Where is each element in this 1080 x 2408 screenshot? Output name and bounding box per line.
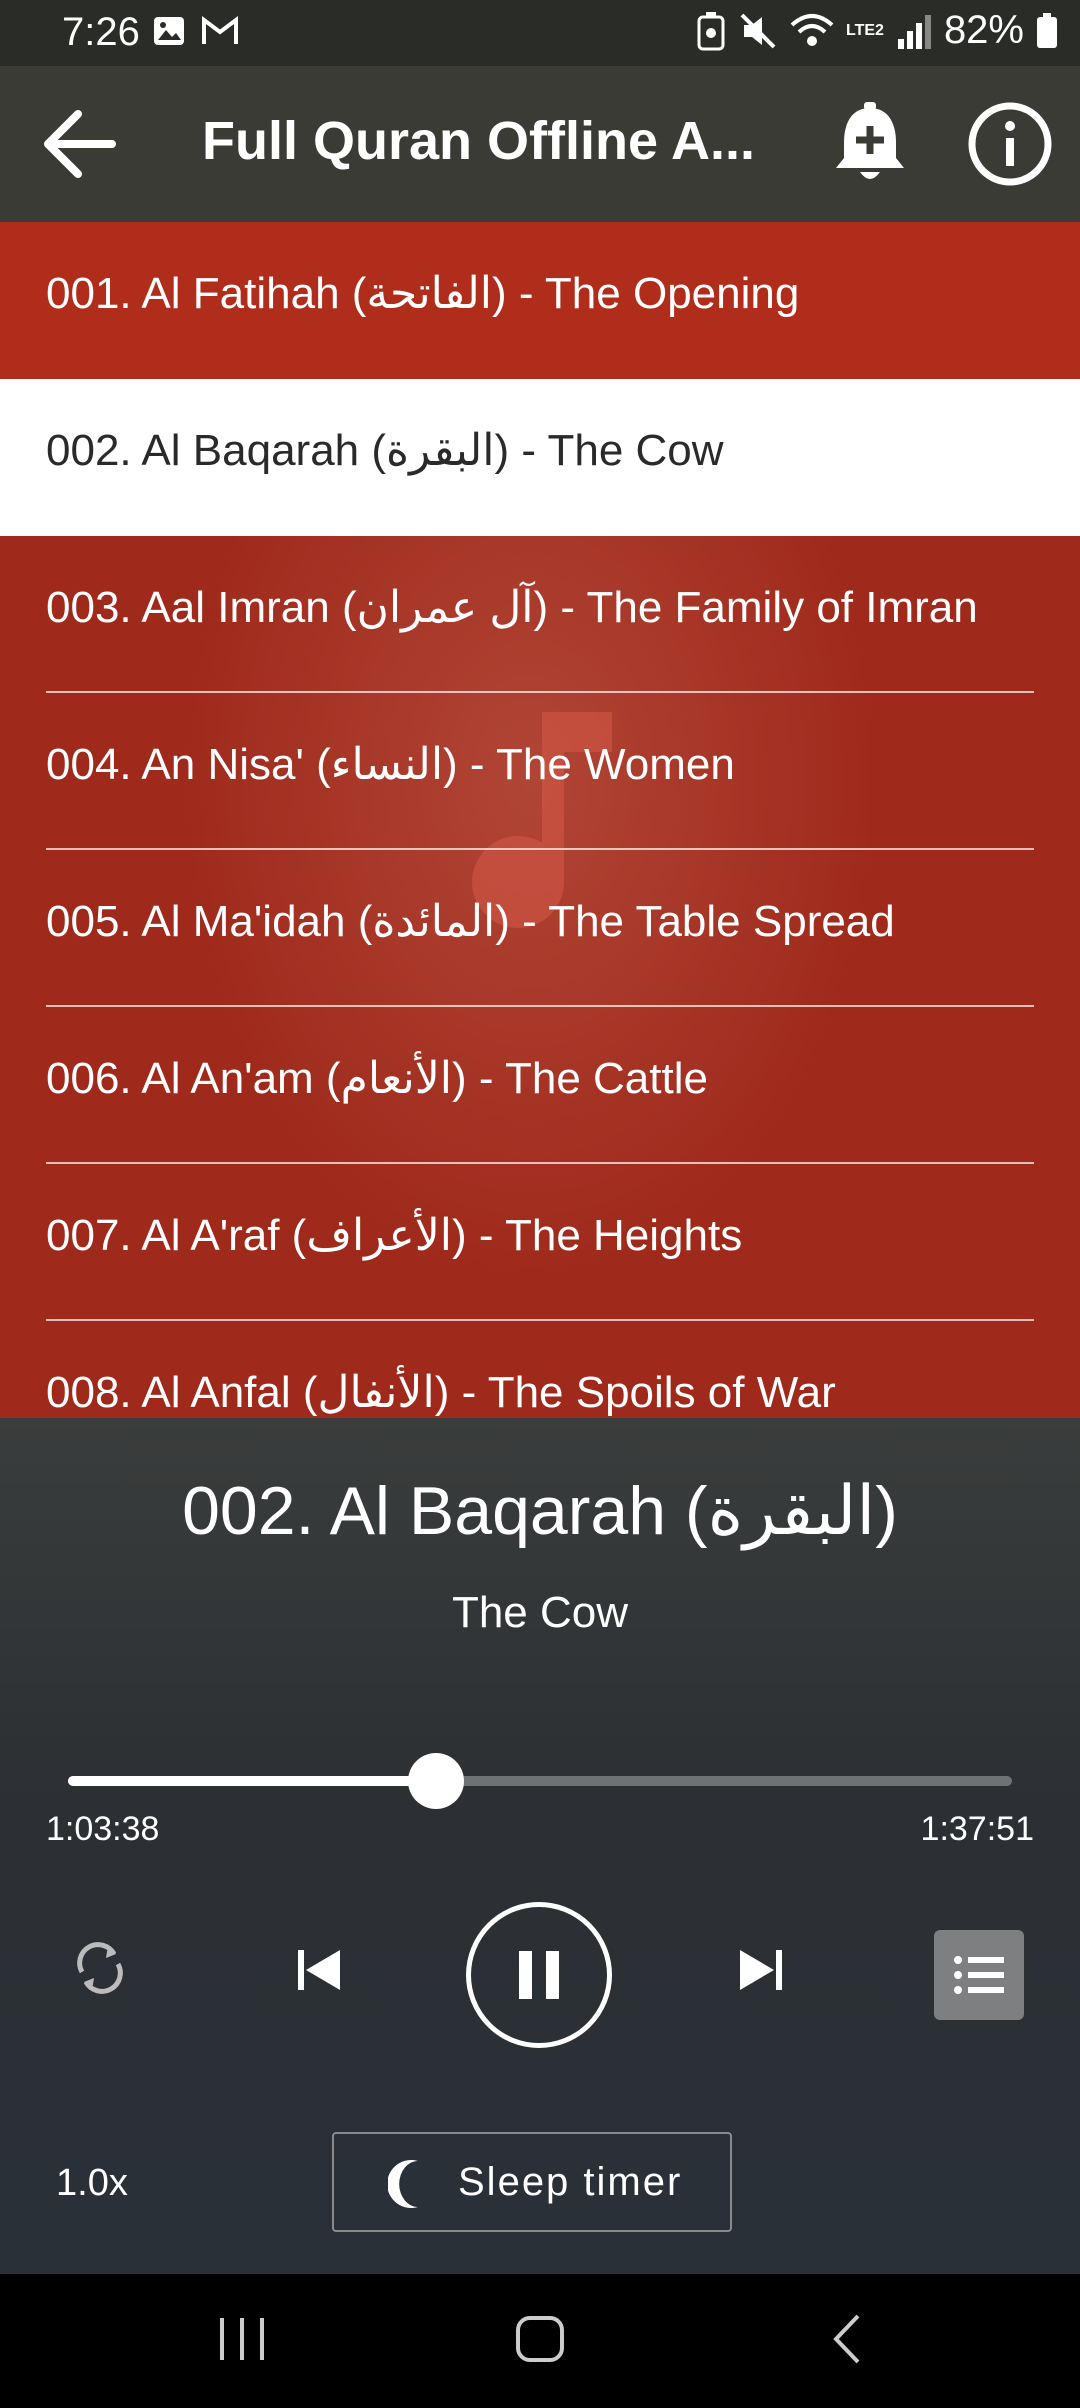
- list-item[interactable]: 006. Al An'am (الأنعام) - The Cattle: [0, 1007, 1080, 1164]
- status-time: 7:26: [62, 10, 140, 54]
- player-panel: 002. Al Baqarah (البقرة) The Cow 1:03:38…: [0, 1418, 1080, 2274]
- seek-bar-progress: [68, 1776, 437, 1786]
- app-bar: Full Quran Offline A...: [0, 66, 1080, 222]
- network-type: LTE2: [846, 21, 884, 39]
- track-label: 006. Al An'am (الأنعام) - The Cattle: [46, 1054, 708, 1103]
- playlist-icon: [954, 1956, 1004, 1994]
- current-time: 1:03:38: [46, 1810, 160, 1848]
- list-item[interactable]: 008. Al Anfal (الأنفال) - The Spoils of …: [0, 1321, 1080, 1418]
- battery-percent: 82%: [943, 8, 1024, 52]
- gallery-icon: [154, 17, 184, 45]
- status-right-icons: LTE2 82%: [696, 8, 1058, 53]
- track-label: 007. Al A'raf (الأعراف) - The Heights: [46, 1211, 743, 1260]
- pause-icon: [519, 1951, 559, 1999]
- info-icon[interactable]: [966, 100, 1054, 188]
- skip-next-icon[interactable]: [730, 1940, 790, 2000]
- status-bar: 7:26 LTE2 82%: [0, 0, 1080, 66]
- playback-speed[interactable]: 1.0x: [56, 2162, 128, 2205]
- list-item[interactable]: 001. Al Fatihah (الفاتحة) - The Opening: [0, 222, 1080, 379]
- page-title: Full Quran Offline A...: [202, 111, 755, 171]
- track-label: 005. Al Ma'idah (المائدة) - The Table Sp…: [46, 897, 895, 946]
- track-label: 003. Aal Imran (آل عمران) - The Family o…: [46, 583, 978, 632]
- seek-bar-thumb[interactable]: [408, 1753, 465, 1809]
- playlist-button[interactable]: [934, 1930, 1024, 2020]
- moon-icon: [388, 2160, 418, 2208]
- skip-previous-icon[interactable]: [290, 1940, 350, 2000]
- bell-plus-icon[interactable]: [828, 102, 912, 186]
- seek-bar[interactable]: [68, 1753, 1012, 1809]
- now-playing-title: 002. Al Baqarah (البقرة): [182, 1473, 898, 1549]
- repeat-icon[interactable]: [70, 1938, 130, 1998]
- recent-apps-icon[interactable]: [214, 2314, 270, 2364]
- sleep-timer-label: Sleep timer: [458, 2160, 683, 2204]
- track-label: 008. Al Anfal (الأنفال) - The Spoils of …: [46, 1368, 836, 1417]
- battery-icon: [1037, 12, 1057, 48]
- track-label: 004. An Nisa' (النساء) - The Women: [46, 740, 735, 789]
- battery-saver-icon: [697, 11, 725, 50]
- sleep-timer-button[interactable]: Sleep timer: [332, 2132, 732, 2232]
- list-item[interactable]: 004. An Nisa' (النساء) - The Women: [0, 693, 1080, 850]
- signal-icon: [897, 14, 931, 49]
- duration: 1:37:51: [920, 1810, 1034, 1848]
- home-icon[interactable]: [512, 2310, 568, 2368]
- mute-icon: [740, 13, 776, 48]
- pause-button[interactable]: [466, 1902, 612, 2048]
- wifi-icon: [790, 13, 834, 46]
- back-arrow-icon[interactable]: [40, 104, 120, 184]
- status-notification-icons: [152, 14, 240, 48]
- now-playing-subtitle: The Cow: [451, 1588, 629, 1637]
- track-label: 001. Al Fatihah (الفاتحة) - The Opening: [46, 269, 800, 318]
- list-item[interactable]: 007. Al A'raf (الأعراف) - The Heights: [0, 1164, 1080, 1321]
- track-label: 002. Al Baqarah (البقرة) - The Cow: [46, 426, 724, 475]
- list-item[interactable]: 003. Aal Imran (آل عمران) - The Family o…: [0, 536, 1080, 693]
- system-nav-bar: [0, 2274, 1080, 2408]
- gmail-icon: [202, 16, 238, 44]
- nav-back-icon[interactable]: [820, 2310, 876, 2368]
- list-item[interactable]: 005. Al Ma'idah (المائدة) - The Table Sp…: [0, 850, 1080, 1007]
- list-item-selected[interactable]: 002. Al Baqarah (البقرة) - The Cow: [0, 379, 1080, 536]
- track-list[interactable]: 001. Al Fatihah (الفاتحة) - The Opening …: [0, 222, 1080, 1418]
